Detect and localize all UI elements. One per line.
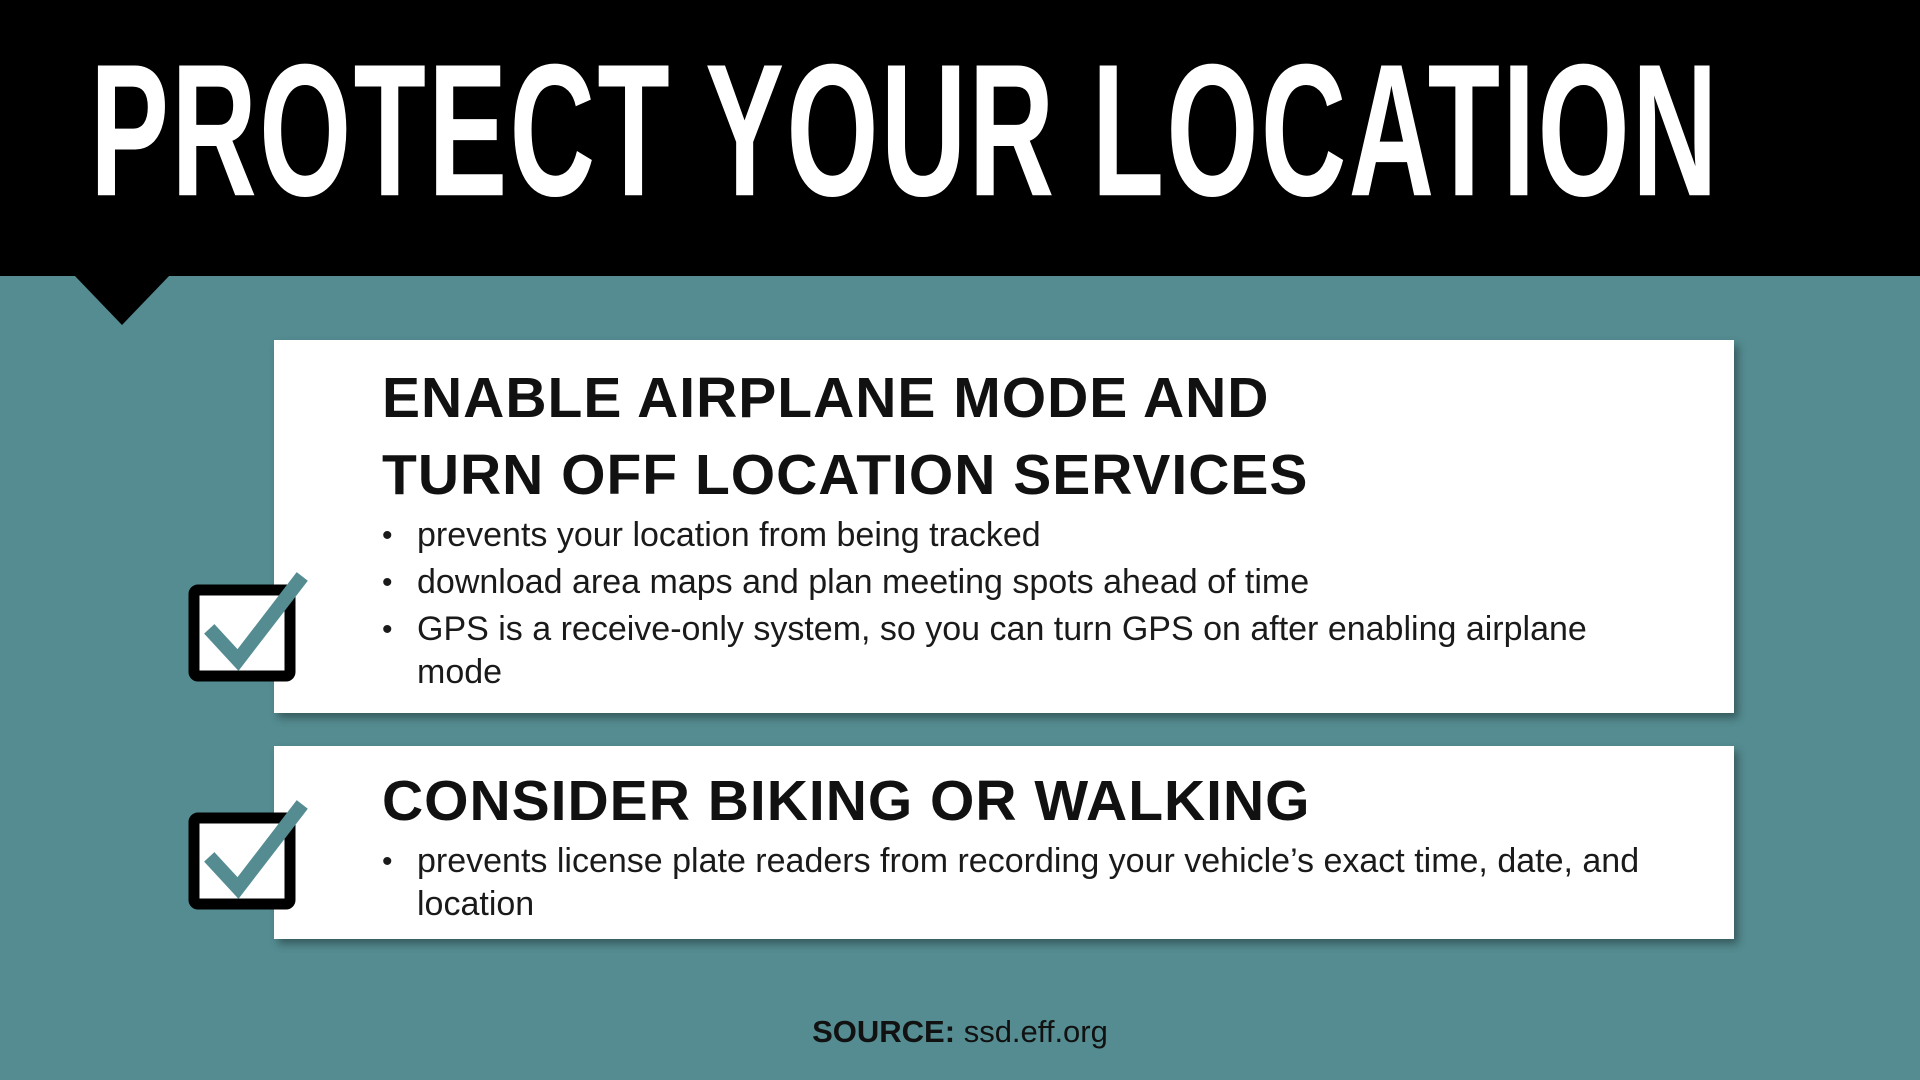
tip-bullet-list: • prevents your location from being track… xyxy=(382,514,1674,694)
source-label: SOURCE: xyxy=(812,1014,956,1049)
bullet-icon: • xyxy=(382,613,393,646)
tip-bullet-list: • prevents license plate readers from rec… xyxy=(382,840,1674,926)
tip-bullet-text: download area maps and plan meeting spot… xyxy=(417,563,1310,601)
source-attribution: SOURCE: ssd.eff.org xyxy=(0,1014,1920,1050)
bullet-icon: • xyxy=(382,845,393,878)
checked-box-icon xyxy=(188,572,308,682)
header-bar: PROTECT YOUR LOCATION xyxy=(0,0,1920,276)
page-title: PROTECT YOUR LOCATION xyxy=(90,25,1720,236)
tip-bullet-text: prevents license plate readers from reco… xyxy=(417,842,1640,923)
header-pointer xyxy=(74,275,170,325)
tip-card-heading: ENABLE AIRPLANE MODE AND TURN OFF LOCATI… xyxy=(382,360,1674,514)
tip-card-heading-line: TURN OFF LOCATION SERVICES xyxy=(382,443,1309,507)
tip-bullet-item: • download area maps and plan meeting spo… xyxy=(382,561,1674,604)
source-link[interactable]: ssd.eff.org xyxy=(964,1014,1108,1049)
tip-bullet-item: • prevents license plate readers from rec… xyxy=(382,840,1674,926)
tip-bullet-text: prevents your location from being tracke… xyxy=(417,516,1041,554)
tip-card-heading: CONSIDER BIKING OR WALKING xyxy=(382,763,1674,840)
checked-box-icon xyxy=(188,800,308,910)
tip-card-heading-line: ENABLE AIRPLANE MODE AND xyxy=(382,366,1270,430)
tip-bullet-item: • prevents your location from being track… xyxy=(382,514,1674,557)
tip-card-biking-walking: CONSIDER BIKING OR WALKING • prevents lic… xyxy=(274,746,1734,939)
tip-card-content: CONSIDER BIKING OR WALKING • prevents lic… xyxy=(382,763,1674,930)
tip-bullet-text: GPS is a receive-only system, so you can… xyxy=(417,610,1587,691)
tip-card-heading-line: CONSIDER BIKING OR WALKING xyxy=(382,769,1311,833)
tip-card-content: ENABLE AIRPLANE MODE AND TURN OFF LOCATI… xyxy=(382,360,1674,698)
bullet-icon: • xyxy=(382,566,393,599)
tip-bullet-item: • GPS is a receive-only system, so you ca… xyxy=(382,608,1674,694)
bullet-icon: • xyxy=(382,519,393,552)
tip-card-airplane-mode: ENABLE AIRPLANE MODE AND TURN OFF LOCATI… xyxy=(274,340,1734,713)
